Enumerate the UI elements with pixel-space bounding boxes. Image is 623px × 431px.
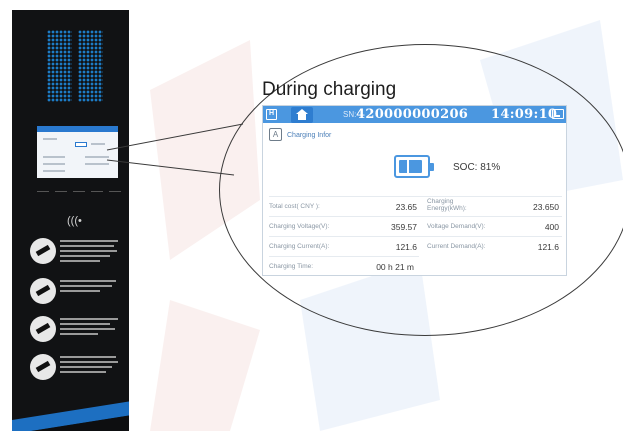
- hmi-header-bar: H SN: 420000000206 14:09:10: [263, 106, 566, 123]
- callout-title: During charging: [262, 79, 397, 100]
- clock: 14:09:10: [491, 107, 558, 122]
- total-cost-label: Total cost( CNY ):: [269, 203, 320, 210]
- total-cost-value: 23.65: [395, 202, 417, 212]
- serial-number: 420000000206: [356, 107, 469, 122]
- current-demand-label: Current Demand(A):: [427, 243, 486, 250]
- soc-value: 81%: [480, 162, 501, 173]
- logo-icon: H: [266, 109, 277, 120]
- home-button[interactable]: [291, 107, 313, 123]
- charging-current-value: 121.6: [395, 242, 417, 252]
- sn-label: SN:: [343, 110, 357, 119]
- hmi-charging-screen: H SN: 420000000206 14:09:10 A Charging I…: [262, 105, 567, 276]
- info-row: Charging Time: 00 h 21 m: [269, 256, 419, 276]
- charging-voltage-label: Charging Voltage(V):: [269, 223, 330, 230]
- info-row: Charging Current(A): 121.6 Current Deman…: [269, 236, 562, 256]
- voltage-demand-label: Voltage Demand(V):: [427, 223, 486, 230]
- soc-label: SOC:: [453, 162, 478, 173]
- battery-level-fill: [399, 160, 422, 173]
- info-row: Total cost( CNY ): 23.65 Charging Energy…: [269, 196, 562, 216]
- charging-energy-label: Charging Energy(kWh):: [427, 198, 467, 212]
- home-icon: [296, 109, 308, 120]
- charging-voltage-value: 359.57: [391, 222, 417, 232]
- section-title: Charging Infor: [287, 132, 332, 139]
- battery-icon: [394, 155, 434, 178]
- charging-energy-value: 23.650: [533, 202, 559, 212]
- current-demand-value: 121.6: [537, 242, 559, 252]
- charging-time-label: Charging Time:: [269, 263, 314, 270]
- soc-readout: SOC: 81%: [453, 162, 500, 173]
- voltage-demand-value: 400: [544, 222, 559, 232]
- monitor-icon[interactable]: [552, 109, 564, 119]
- charging-info-icon: A: [269, 128, 282, 141]
- charging-time-value: 00 h 21 m: [376, 262, 414, 272]
- charging-current-label: Charging Current(A):: [269, 243, 330, 250]
- info-row: Charging Voltage(V): 359.57 Voltage Dema…: [269, 216, 562, 236]
